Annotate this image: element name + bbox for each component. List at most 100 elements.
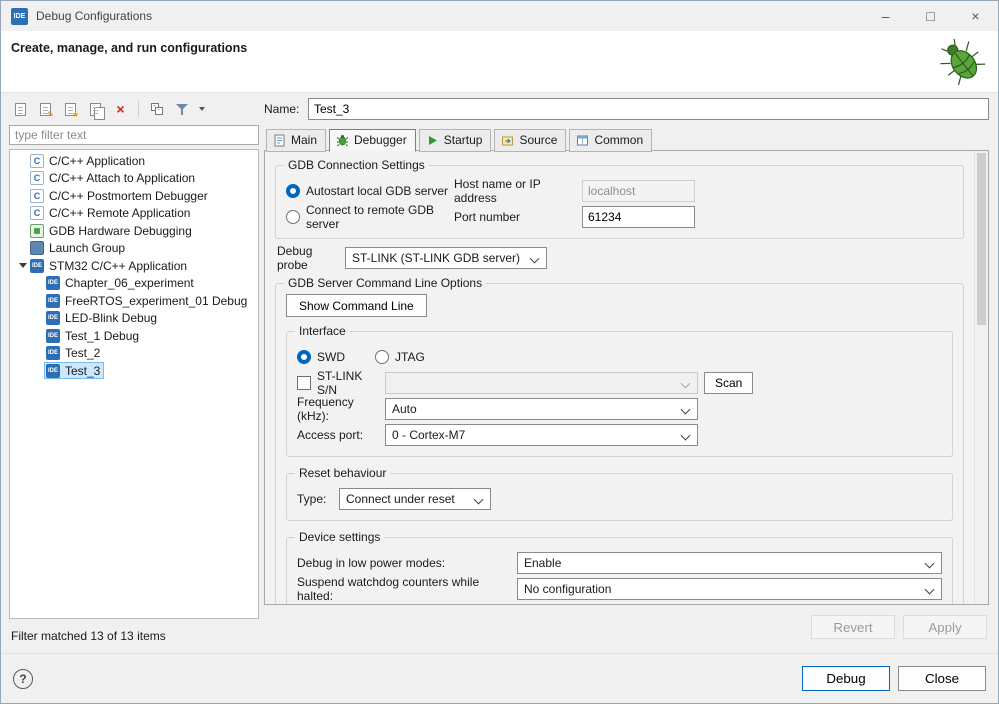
stm32-ide-icon: IDE xyxy=(46,364,60,378)
tree-item-cpp-application[interactable]: C C/C++ Application xyxy=(10,152,258,170)
swd-radio[interactable] xyxy=(297,350,311,364)
config-tabs: Main Debugger Startup Source Common xyxy=(264,128,989,151)
tree-item-label: C/C++ Remote Application xyxy=(49,206,190,220)
tree-item-test2[interactable]: IDE Test_2 xyxy=(10,345,258,363)
host-name-input xyxy=(582,180,695,202)
collapse-all-icon[interactable]: -- xyxy=(145,99,168,120)
tree-item-gdb-hardware[interactable]: GDB Hardware Debugging xyxy=(10,222,258,240)
tab-label: Source xyxy=(519,133,557,147)
window-controls: – □ × xyxy=(863,1,998,31)
startup-tab-icon xyxy=(426,134,439,147)
filter-input[interactable] xyxy=(9,125,259,145)
dialog-header: Create, manage, and run configurations xyxy=(1,31,998,93)
tree-item-label: C/C++ Attach to Application xyxy=(49,171,195,185)
revert-button[interactable]: Revert xyxy=(811,615,895,639)
reset-type-select[interactable]: Connect under reset xyxy=(339,488,491,510)
help-icon[interactable]: ? xyxy=(13,669,33,689)
debug-configurations-dialog: IDE Debug Configurations – □ × Create, m… xyxy=(0,0,999,704)
ide-app-icon: IDE xyxy=(11,8,28,25)
group-title: Device settings xyxy=(295,530,384,544)
close-button[interactable]: Close xyxy=(898,666,986,691)
connect-remote-gdb-radio[interactable] xyxy=(286,210,300,224)
delete-launch-configuration-icon[interactable]: × xyxy=(109,99,132,120)
tab-label: Common xyxy=(594,133,643,147)
filter-status-text: Filter matched 13 of 13 items xyxy=(11,629,166,643)
minimize-button[interactable]: – xyxy=(863,1,908,31)
tree-item-stm32-application[interactable]: IDE STM32 C/C++ Application xyxy=(10,257,258,275)
frequency-value: Auto xyxy=(392,402,417,416)
tree-item-label: Launch Group xyxy=(49,241,125,255)
connect-remote-gdb-label: Connect to remote GDB server xyxy=(306,203,454,231)
autostart-local-gdb-radio[interactable] xyxy=(286,184,300,198)
reset-type-value: Connect under reset xyxy=(346,492,455,506)
debug-probe-select[interactable]: ST-LINK (ST-LINK GDB server) xyxy=(345,247,547,269)
stm32-ide-icon: IDE xyxy=(46,311,60,325)
scrollbar-thumb[interactable] xyxy=(977,153,986,325)
access-port-select[interactable]: 0 - Cortex-M7 xyxy=(385,424,698,446)
tree-item-launch-group[interactable]: Launch Group xyxy=(10,240,258,258)
tree-item-label: FreeRTOS_experiment_01 Debug xyxy=(65,294,247,308)
gdb-server-options-group: GDB Server Command Line Options Show Com… xyxy=(275,283,964,604)
export-launch-configurations-icon[interactable]: ★ xyxy=(59,99,82,120)
maximize-button[interactable]: □ xyxy=(908,1,953,31)
tab-label: Debugger xyxy=(354,133,407,147)
duplicate-launch-configuration-icon[interactable] xyxy=(84,99,107,120)
tree-item-freertos[interactable]: IDE FreeRTOS_experiment_01 Debug xyxy=(10,292,258,310)
tree-item-label: Test_2 xyxy=(65,346,100,360)
name-input[interactable] xyxy=(308,98,989,120)
close-window-button[interactable]: × xyxy=(953,1,998,31)
watchdog-select[interactable]: No configuration xyxy=(517,578,942,600)
debugger-tab-icon xyxy=(336,134,349,147)
debugger-tab-content: GDB Connection Settings Autostart local … xyxy=(264,150,989,605)
tree-item-label: Chapter_06_experiment xyxy=(65,276,194,290)
group-title: Interface xyxy=(295,324,350,338)
new-prototype-icon[interactable]: ✎ xyxy=(34,99,57,120)
debug-probe-label: Debug probe xyxy=(277,244,345,272)
tab-main[interactable]: Main xyxy=(266,129,326,152)
stm32-ide-icon: IDE xyxy=(46,329,60,343)
tree-item-cpp-remote[interactable]: C C/C++ Remote Application xyxy=(10,205,258,223)
window-title: Debug Configurations xyxy=(36,9,152,23)
frequency-select[interactable]: Auto xyxy=(385,398,698,420)
stm32-ide-icon: IDE xyxy=(46,346,60,360)
tree-item-led-blink[interactable]: IDE LED-Blink Debug xyxy=(10,310,258,328)
filter-menu-dropdown-icon[interactable] xyxy=(195,99,208,120)
name-label: Name: xyxy=(264,102,308,116)
filter-launch-configurations-icon[interactable] xyxy=(170,99,193,120)
tab-debugger[interactable]: Debugger xyxy=(329,129,416,152)
tree-item-test3-selected[interactable]: IDE Test_3 xyxy=(10,362,258,380)
c-application-icon: C xyxy=(30,206,44,220)
stlink-serial-checkbox[interactable] xyxy=(297,376,311,390)
tree-item-cpp-attach[interactable]: C C/C++ Attach to Application xyxy=(10,170,258,188)
reset-type-label: Type: xyxy=(297,492,339,506)
launch-config-tree: C C/C++ Application C C/C++ Attach to Ap… xyxy=(9,149,259,619)
tree-item-test1[interactable]: IDE Test_1 Debug xyxy=(10,327,258,345)
tree-item-label: LED-Blink Debug xyxy=(65,311,157,325)
launch-config-sidebar: ✎ ★ × -- C C/C++ Application C C/C++ Att… xyxy=(9,97,259,645)
expand-chevron-icon[interactable] xyxy=(16,263,30,268)
tree-item-cpp-postmortem[interactable]: C C/C++ Postmortem Debugger xyxy=(10,187,258,205)
group-title: GDB Server Command Line Options xyxy=(284,276,486,290)
debug-bug-image xyxy=(934,34,990,93)
tab-startup[interactable]: Startup xyxy=(419,129,492,152)
tree-item-chapter06[interactable]: IDE Chapter_06_experiment xyxy=(10,275,258,293)
content-scrollbar[interactable] xyxy=(974,151,988,604)
port-number-input[interactable] xyxy=(582,206,695,228)
debug-button[interactable]: Debug xyxy=(802,666,890,691)
gdb-connection-settings-group: GDB Connection Settings Autostart local … xyxy=(275,165,964,239)
low-power-select[interactable]: Enable xyxy=(517,552,942,574)
c-application-icon: C xyxy=(30,154,44,168)
c-application-icon: C xyxy=(30,189,44,203)
source-tab-icon xyxy=(501,134,514,147)
dialog-subtitle: Create, manage, and run configurations xyxy=(11,41,247,55)
low-power-label: Debug in low power modes: xyxy=(297,556,517,570)
tab-common[interactable]: Common xyxy=(569,129,652,152)
new-launch-configuration-icon[interactable] xyxy=(9,99,32,120)
scan-button[interactable]: Scan xyxy=(704,372,753,394)
device-settings-group: Device settings Debug in low power modes… xyxy=(286,537,953,604)
jtag-radio[interactable] xyxy=(375,350,389,364)
stlink-serial-label: ST-LINK S/N xyxy=(317,369,385,397)
apply-button[interactable]: Apply xyxy=(903,615,987,639)
tab-source[interactable]: Source xyxy=(494,129,566,152)
show-command-line-button[interactable]: Show Command Line xyxy=(286,294,427,317)
